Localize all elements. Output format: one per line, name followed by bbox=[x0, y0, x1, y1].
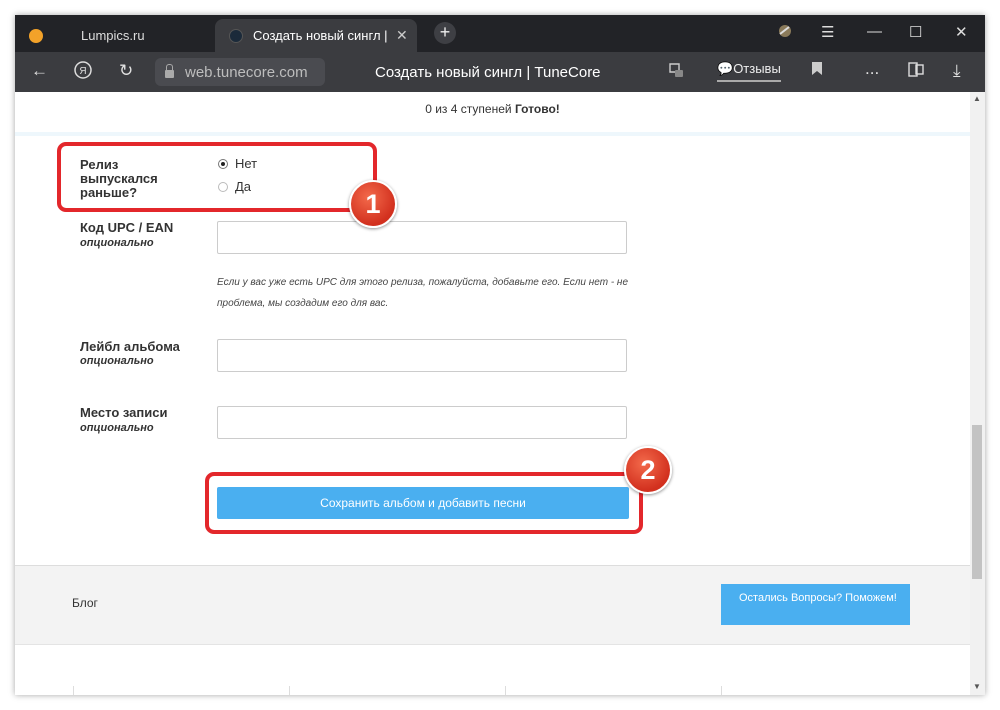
svg-text:Я: Я bbox=[79, 66, 86, 77]
blog-link[interactable]: Блог bbox=[72, 596, 98, 610]
close-icon[interactable]: ✕ bbox=[955, 23, 968, 41]
chat-icon: 💬 bbox=[717, 61, 734, 76]
help-button[interactable]: Остались Вопросы? Поможем! bbox=[721, 584, 910, 625]
scroll-down-icon[interactable]: ▼ bbox=[973, 682, 981, 691]
bottom-dividers bbox=[15, 686, 970, 695]
lock-icon bbox=[165, 64, 174, 78]
new-tab-button[interactable]: + bbox=[434, 22, 456, 44]
progress-status: Готово! bbox=[514, 102, 560, 116]
recording-place-input[interactable] bbox=[217, 406, 627, 439]
album-label-label: Лейбл альбома bbox=[80, 339, 180, 354]
reload-icon[interactable]: ↻ bbox=[119, 61, 133, 81]
highlight-box-1 bbox=[57, 142, 377, 212]
back-icon[interactable]: ← bbox=[31, 61, 48, 81]
upc-input[interactable] bbox=[217, 221, 627, 254]
browser-window: Lumpics.ru Создать новый сингл | TuneCor… bbox=[15, 15, 985, 695]
divider bbox=[721, 686, 722, 695]
menu-icon[interactable]: ☰ bbox=[821, 23, 834, 41]
browser-toolbar: ← Я ↻ web.tunecore.com Создать новый син… bbox=[15, 52, 985, 92]
tab-label: Lumpics.ru bbox=[81, 28, 145, 43]
maximize-icon[interactable]: ☐ bbox=[909, 23, 922, 41]
scrollbar-thumb[interactable] bbox=[972, 425, 982, 579]
bookmark-icon[interactable] bbox=[811, 61, 823, 81]
page-scrollbar[interactable]: ▲ ▼ bbox=[970, 92, 985, 695]
tab-bar: Lumpics.ru Создать новый сингл | TuneCor… bbox=[15, 15, 985, 52]
progress-text: 0 из 4 ступеней bbox=[425, 102, 512, 116]
album-label-input[interactable] bbox=[217, 339, 627, 372]
divider bbox=[73, 686, 74, 695]
address-bar[interactable]: web.tunecore.com bbox=[155, 58, 325, 86]
recording-place-optional: опционально bbox=[80, 422, 154, 434]
page-title: Создать новый сингл | TuneCore bbox=[375, 64, 601, 81]
tunecore-favicon-icon bbox=[229, 28, 243, 43]
scroll-up-icon[interactable]: ▲ bbox=[973, 94, 981, 103]
divider bbox=[505, 686, 506, 695]
tab-tunecore[interactable]: Создать новый сингл | TuneCore ✕ bbox=[215, 19, 417, 52]
yandex-icon[interactable]: Я bbox=[73, 60, 93, 85]
upc-label: Код UPC / EAN bbox=[80, 220, 174, 235]
reviews-label: Отзывы bbox=[733, 61, 781, 76]
download-icon[interactable]: ⤓ bbox=[953, 61, 961, 81]
progress-bar: 0 из 4 ступеней Готово! bbox=[15, 92, 970, 136]
tab-close-icon[interactable]: ✕ bbox=[396, 27, 408, 44]
protect-icon[interactable] bbox=[667, 61, 685, 84]
lumpics-favicon-icon bbox=[29, 28, 43, 43]
recording-place-label: Место записи bbox=[80, 405, 168, 420]
step-badge-1: 1 bbox=[349, 180, 397, 228]
minimize-icon[interactable]: — bbox=[867, 23, 882, 40]
tab-label: Создать новый сингл | TuneCore bbox=[253, 28, 388, 43]
page-footer: Блог Остались Вопросы? Поможем! bbox=[15, 565, 970, 645]
tab-lumpics[interactable]: Lumpics.ru bbox=[15, 19, 215, 52]
extension-icon[interactable] bbox=[777, 23, 793, 43]
upc-help-text: Если у вас уже есть UPC для этого релиза… bbox=[217, 277, 629, 309]
collections-icon[interactable] bbox=[907, 61, 925, 84]
divider bbox=[289, 686, 290, 695]
upc-optional: опционально bbox=[80, 237, 154, 249]
url-text: web.tunecore.com bbox=[185, 63, 308, 81]
album-label-optional: опционально bbox=[80, 355, 154, 367]
highlight-box-2 bbox=[205, 472, 643, 534]
step-badge-2: 2 bbox=[624, 446, 672, 494]
page-content: 0 из 4 ступеней Готово! Релиз выпускался… bbox=[15, 92, 970, 695]
more-button[interactable]: ... bbox=[865, 59, 879, 79]
reviews-button[interactable]: 💬Отзывы bbox=[717, 61, 781, 82]
